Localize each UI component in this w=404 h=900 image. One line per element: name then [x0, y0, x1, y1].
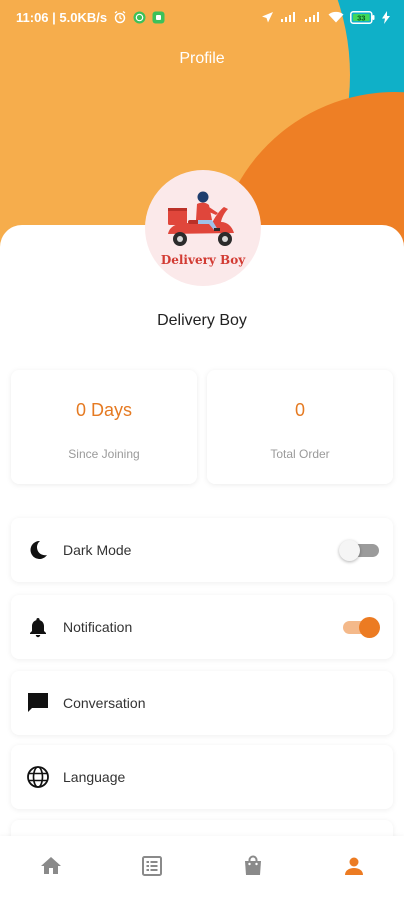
- whatsapp-icon: [133, 11, 146, 24]
- alarm-icon: [113, 10, 127, 24]
- menu-item-language[interactable]: Language: [11, 745, 393, 809]
- orders-list-icon: [140, 854, 164, 883]
- chat-bubble-icon: [25, 690, 51, 716]
- battery-icon: 33: [350, 10, 376, 24]
- location-arrow-icon: [261, 11, 274, 24]
- globe-icon: [25, 764, 51, 790]
- notification-toggle[interactable]: [339, 617, 380, 638]
- bottom-navigation: [0, 836, 404, 900]
- dark-mode-toggle[interactable]: [339, 540, 379, 561]
- stat-value: 0: [294, 400, 305, 420]
- menu-item-conversation[interactable]: Conversation: [11, 671, 393, 735]
- menu-label: Notification: [63, 619, 133, 635]
- app-notification-icon: [152, 11, 165, 24]
- stat-label: Since Joining: [68, 447, 140, 461]
- signal-icon: [280, 11, 298, 23]
- moon-icon: [25, 537, 51, 563]
- menu-item-dark-mode[interactable]: Dark Mode: [11, 518, 393, 582]
- menu-label: Conversation: [63, 695, 146, 711]
- stat-value: 0 Days: [75, 400, 133, 420]
- home-icon: [39, 854, 63, 883]
- signal-icon-2: [304, 11, 322, 23]
- status-bar: 11:06 | 5.0KB/s 33: [0, 0, 404, 34]
- nav-orders[interactable]: [122, 844, 182, 892]
- profile-icon: [342, 854, 366, 883]
- user-name: Delivery Boy: [157, 312, 247, 329]
- page-title: Profile: [179, 50, 225, 67]
- toggle-thumb: [339, 540, 360, 561]
- menu-label: Language: [63, 769, 126, 785]
- stat-label: Total Order: [270, 447, 330, 461]
- stat-card-since-joining: 0 Days Since Joining: [11, 370, 197, 484]
- status-time: 11:06 | 5.0KB/s: [16, 9, 108, 25]
- toggle-thumb: [359, 617, 380, 638]
- charging-icon: [382, 10, 390, 24]
- avatar[interactable]: Delivery Boy: [145, 170, 261, 286]
- menu-label: Dark Mode: [63, 542, 132, 558]
- stat-card-total-order: 0 Total Order: [207, 370, 393, 484]
- battery-level: 33: [357, 13, 365, 22]
- wifi-icon: [328, 11, 344, 23]
- avatar-logo-text: Delivery Boy: [160, 252, 246, 267]
- nav-profile[interactable]: [324, 844, 384, 892]
- delivery-scooter-icon: [162, 190, 244, 257]
- shopping-bag-icon: [241, 854, 265, 883]
- nav-shop[interactable]: [223, 844, 283, 892]
- menu-item-notification[interactable]: Notification: [11, 595, 393, 659]
- bell-icon: [25, 614, 51, 640]
- nav-home[interactable]: [21, 844, 81, 892]
